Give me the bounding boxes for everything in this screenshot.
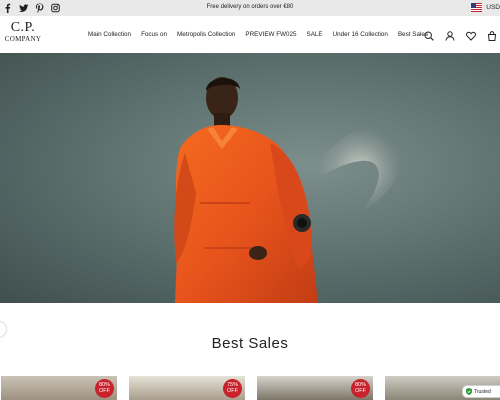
discount-badge: 80% OFF (351, 379, 370, 398)
product-card[interactable]: 80% OFF (257, 376, 373, 400)
discount-badge: 75% OFF (223, 379, 242, 398)
promo-message: Free delivery on orders over €80 (206, 4, 294, 10)
currency-selector[interactable]: USD (471, 3, 500, 12)
nav-item-metropolis-collection[interactable]: Metropolis Collection (177, 31, 235, 38)
hero-banner[interactable] (0, 53, 500, 303)
shield-check-icon (466, 388, 472, 395)
logo-line-1: C.P. (10, 20, 36, 35)
brand-logo[interactable]: C.P. COMPANY (1, 21, 45, 43)
nav-item-focus-on[interactable]: Focus on (141, 31, 167, 38)
nav-item-under-16-collection[interactable]: Under 16 Collection (333, 31, 388, 38)
discount-off-label: OFF (99, 387, 110, 394)
main-header: C.P. COMPANY Main Collection Focus on Me… (0, 16, 500, 52)
nav-item-main-collection[interactable]: Main Collection (88, 31, 131, 38)
section-title: Best Sales (211, 335, 289, 352)
main-navigation: Main Collection Focus on Metropolis Coll… (88, 31, 428, 38)
discount-badge: 80% OFF (95, 379, 114, 398)
cart-icon[interactable] (487, 28, 497, 41)
discount-off-label: OFF (355, 387, 366, 394)
top-bar: Free delivery on orders over €80 USD (0, 0, 500, 16)
wishlist-icon[interactable] (466, 28, 476, 41)
product-card[interactable]: 75% OFF (129, 376, 245, 400)
product-card[interactable]: 80% OFF (1, 376, 117, 400)
nav-item-preview-fw025[interactable]: PREVIEW FW025 (245, 31, 296, 38)
hero-image (174, 77, 402, 303)
search-icon[interactable] (424, 28, 434, 41)
header-icons (424, 28, 497, 41)
trusted-store-badge[interactable]: Trusted (462, 385, 500, 398)
trusted-label: Trusted (474, 388, 491, 395)
discount-off-label: OFF (227, 387, 238, 394)
currency-code: USD (486, 4, 500, 11)
nav-item-sale[interactable]: SALE (307, 31, 323, 38)
product-carousel: 80% OFF 75% OFF 80% OFF (0, 376, 500, 400)
us-flag-icon (471, 3, 483, 12)
logo-line-2: COMPANY (4, 35, 42, 43)
account-icon[interactable] (445, 28, 455, 41)
